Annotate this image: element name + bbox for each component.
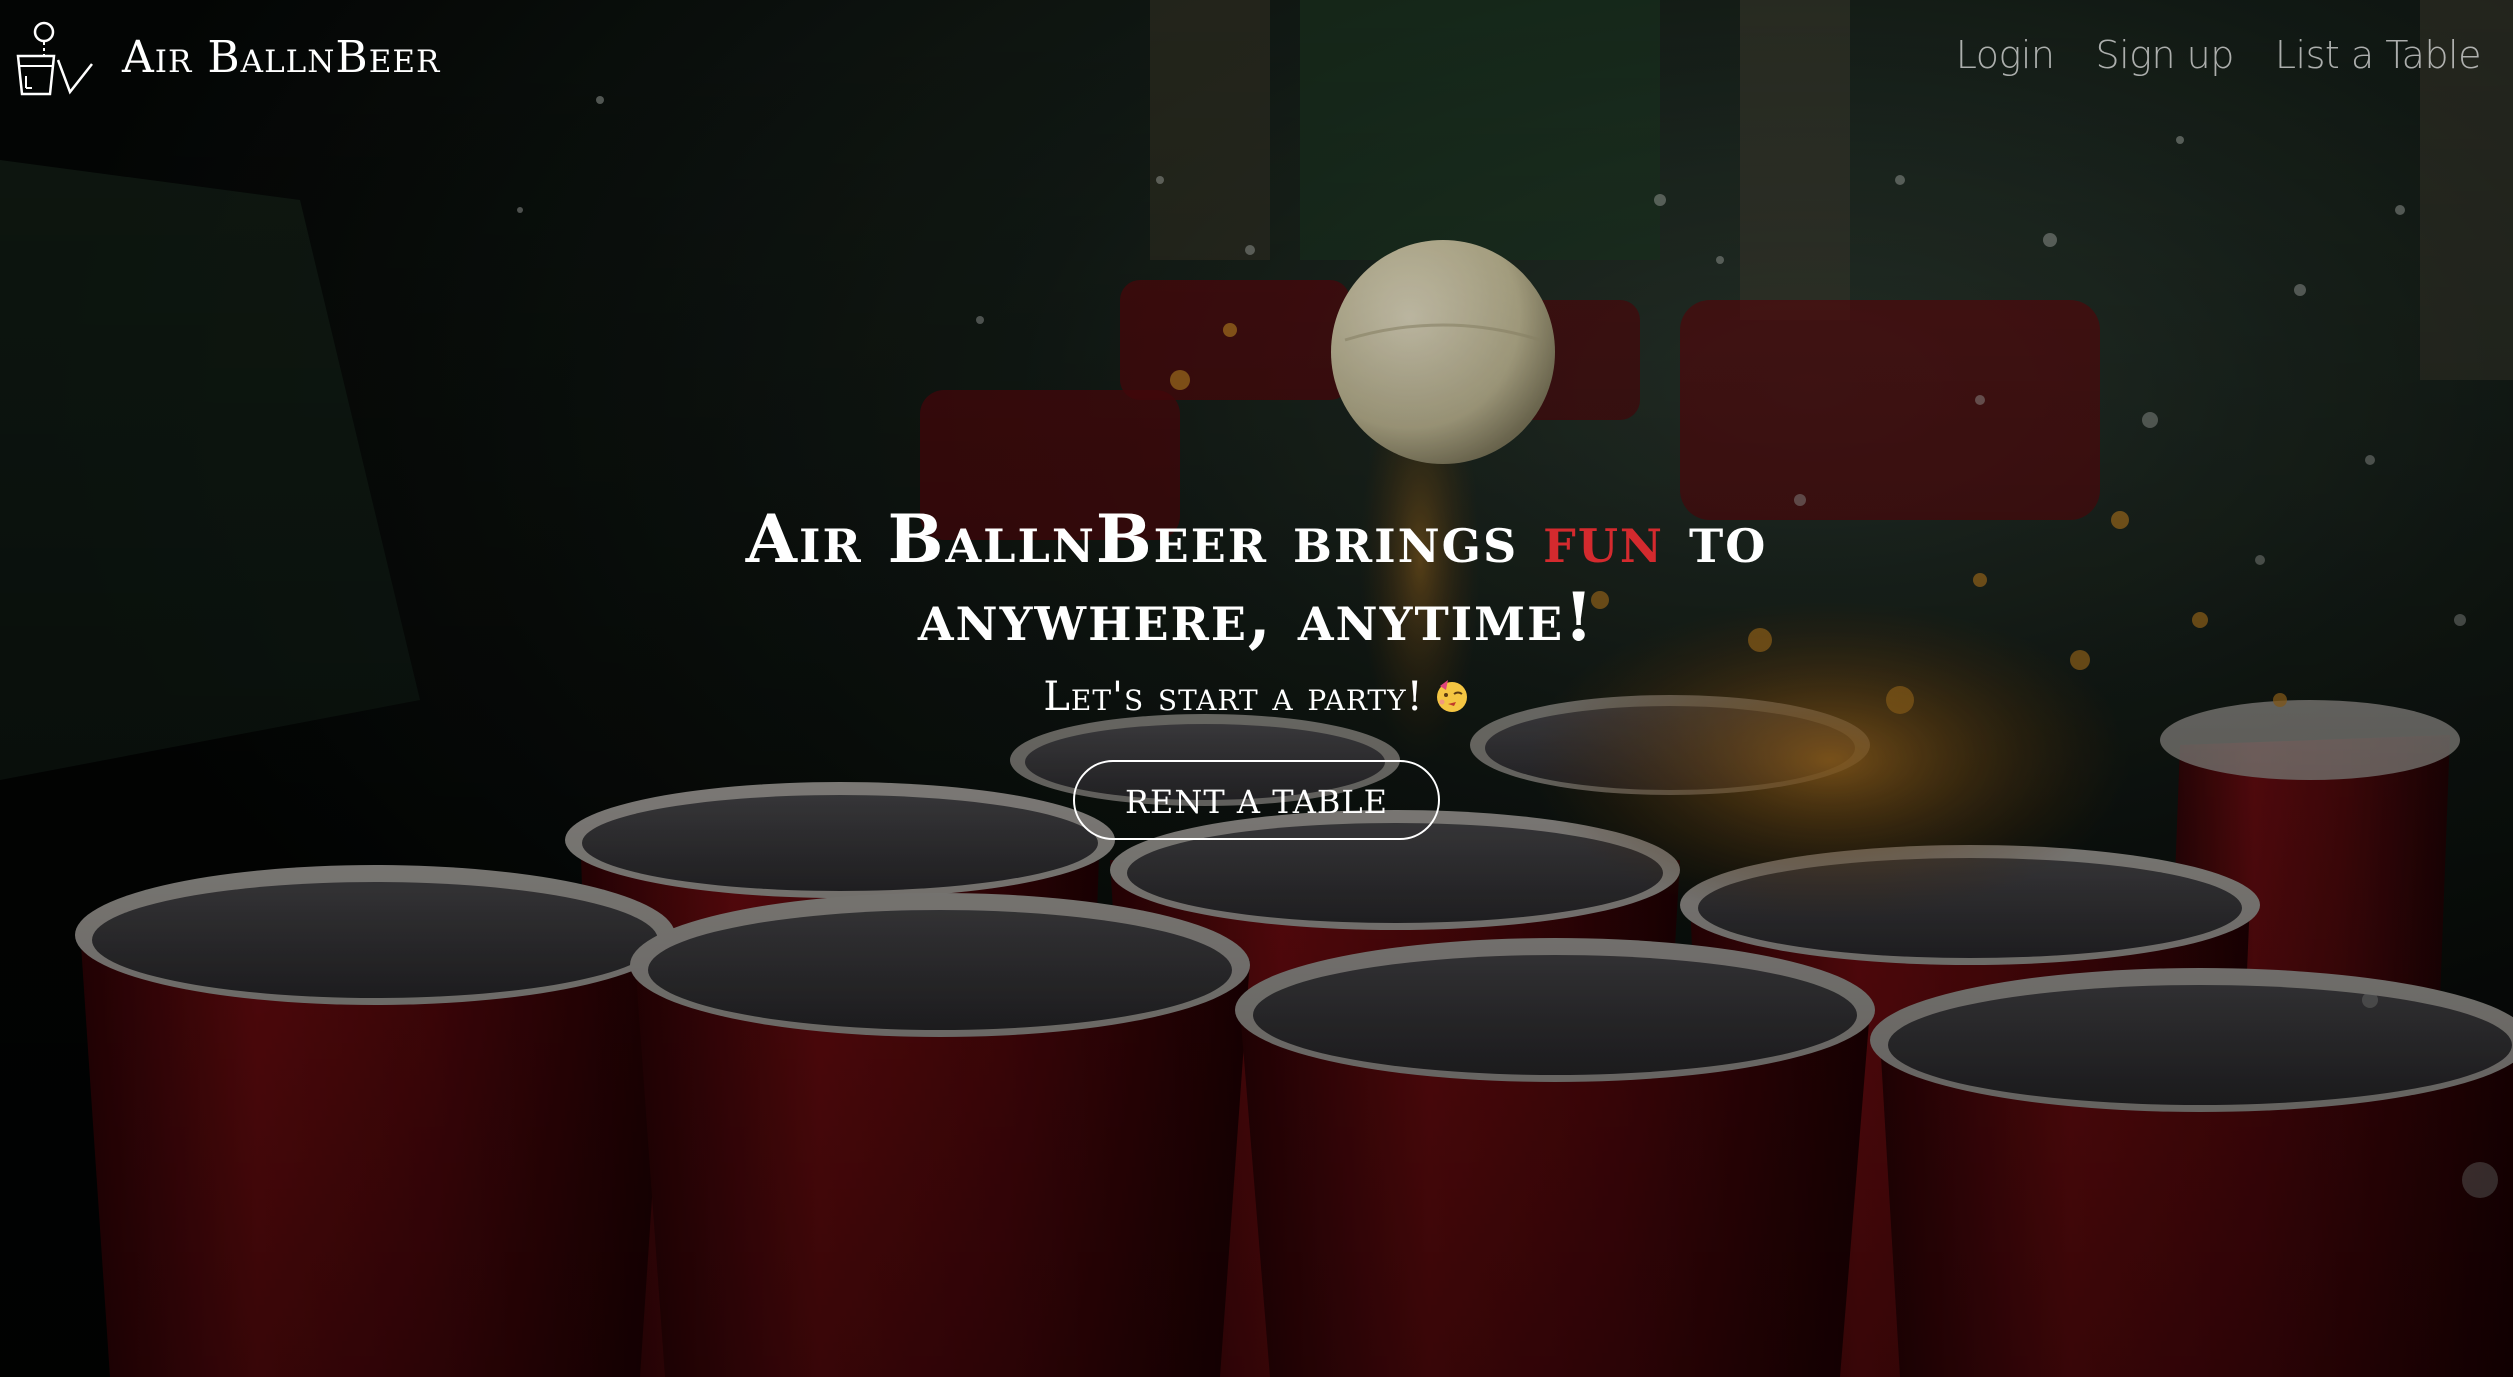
nav-signup-link[interactable]: Sign up	[2096, 33, 2235, 77]
rent-a-table-button[interactable]: RENT A TABLE	[1072, 760, 1441, 840]
brand-name: Air BallnBeer	[122, 31, 441, 83]
brand-home-link[interactable]: Air BallnBeer	[14, 20, 440, 98]
hero-title-part1: Air BallnBeer brings	[745, 500, 1544, 578]
cup-and-ball-logo-icon	[16, 21, 93, 96]
hero-subtitle: Let's start a party!	[0, 674, 2513, 720]
partying-face-icon	[1436, 680, 1467, 712]
navbar: Air BallnBeer Login Sign up List a Table	[0, 0, 2513, 120]
nav-login-link[interactable]: Login	[1956, 33, 2055, 77]
nav-list-table-link[interactable]: List a Table	[2275, 33, 2482, 77]
nav-links: Login Sign up List a Table	[1956, 33, 2482, 77]
hero-subtitle-text: Let's start a party!	[1043, 674, 1424, 720]
landing-page: Air BallnBeer Login Sign up List a Table…	[0, 0, 2513, 1377]
hero-section: Air BallnBeer brings fun to anywhere, an…	[0, 500, 2513, 840]
hero-title: Air BallnBeer brings fun to anywhere, an…	[657, 500, 1857, 656]
hero-title-accent: fun	[1543, 500, 1664, 578]
